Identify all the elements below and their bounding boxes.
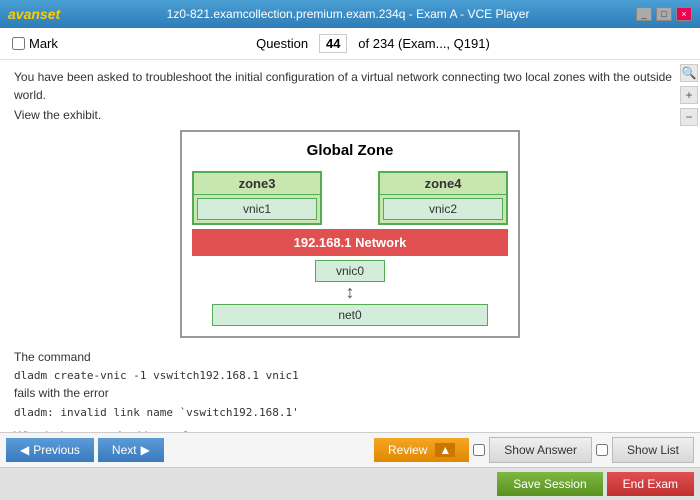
question-info: Question 44 of 234 (Exam..., Q191) [58, 34, 688, 53]
review-label: Review [388, 443, 427, 457]
review-button[interactable]: Review ▲ [374, 438, 469, 462]
previous-label: Previous [33, 443, 80, 457]
command-line4: dladm: invalid link name `vswitch192.168… [14, 404, 686, 422]
minimize-button[interactable]: _ [636, 7, 652, 21]
arrow-down: ↕ [192, 282, 508, 304]
vnic1-box: vnic1 [197, 198, 317, 220]
show-list-checkbox[interactable] [596, 444, 608, 456]
zone3-box: zone3 vnic1 [192, 171, 322, 225]
maximize-button[interactable]: □ [656, 7, 672, 21]
end-exam-button[interactable]: End Exam [607, 472, 694, 496]
app-logo: avanset [8, 6, 60, 22]
mark-label: Mark [29, 36, 58, 51]
search-icon[interactable]: 🔍 [680, 64, 698, 82]
save-session-button[interactable]: Save Session [497, 472, 602, 496]
command-section: The command dladm create-vnic -1 vswitch… [14, 348, 686, 432]
net0-box: net0 [212, 304, 488, 326]
window-controls: _ □ × [636, 7, 692, 21]
save-session-label: Save Session [513, 477, 586, 491]
zoom-in-icon[interactable]: + [680, 86, 698, 104]
zone4-label: zone4 [380, 173, 506, 195]
question-text: You have been asked to troubleshoot the … [14, 68, 686, 104]
question-label: Question [256, 36, 308, 51]
next-arrow: ▶ [141, 443, 150, 457]
end-exam-label: End Exam [623, 477, 678, 491]
close-button[interactable]: × [676, 7, 692, 21]
question-number-box: 44 [319, 34, 347, 53]
network-diagram: Global Zone zone3 vnic1 zone4 vnic2 192.… [180, 130, 520, 338]
review-arrow: ▲ [435, 443, 455, 457]
question-number: 44 [326, 36, 340, 51]
window-title: 1z0-821.examcollection.premium.exam.234q… [167, 7, 530, 21]
vnic2-box: vnic2 [383, 198, 503, 220]
diagram-title: Global Zone [192, 142, 508, 159]
show-answer-button[interactable]: Show Answer [489, 437, 592, 463]
command-question: What is the reason for this error? [14, 427, 686, 432]
command-line2: dladm create-vnic -1 vswitch192.168.1 vn… [14, 367, 686, 385]
command-line3: fails with the error [14, 384, 686, 403]
question-header: Mark Question 44 of 234 (Exam..., Q191) [0, 28, 700, 60]
vnic0-row: vnic0 [192, 260, 508, 282]
show-list-button[interactable]: Show List [612, 437, 694, 463]
bottom-toolbar1: ◀ Previous Next ▶ Review ▲ Show Answer S… [0, 432, 700, 467]
mark-section: Mark [12, 36, 58, 51]
command-intro: The command [14, 348, 686, 367]
diagram-container: Global Zone zone3 vnic1 zone4 vnic2 192.… [180, 130, 520, 338]
bottom-toolbar2: Save Session End Exam [0, 467, 700, 500]
previous-button[interactable]: ◀ Previous [6, 438, 94, 462]
main-area: Mark Question 44 of 234 (Exam..., Q191) … [0, 28, 700, 500]
vnic0-box: vnic0 [315, 260, 385, 282]
zones-row: zone3 vnic1 zone4 vnic2 [192, 171, 508, 225]
view-exhibit-text: View the exhibit. [14, 108, 686, 122]
zone4-box: zone4 vnic2 [378, 171, 508, 225]
right-sidebar: 🔍 + − [678, 60, 700, 432]
show-answer-label: Show Answer [504, 443, 577, 457]
show-answer-checkbox[interactable] [473, 444, 485, 456]
show-list-label: Show List [627, 443, 679, 457]
next-label: Next [112, 443, 137, 457]
zoom-out-icon[interactable]: − [680, 108, 698, 126]
show-answer-section: Show Answer [473, 437, 592, 463]
previous-arrow: ◀ [20, 443, 29, 457]
content-area: You have been asked to troubleshoot the … [0, 60, 700, 432]
title-bar: avanset 1z0-821.examcollection.premium.e… [0, 0, 700, 28]
question-of-label: of 234 (Exam..., Q191) [358, 36, 490, 51]
mark-checkbox[interactable] [12, 37, 25, 50]
next-button[interactable]: Next ▶ [98, 438, 164, 462]
show-list-section: Show List [596, 437, 694, 463]
zone3-label: zone3 [194, 173, 320, 195]
network-bar: 192.168.1 Network [192, 229, 508, 256]
